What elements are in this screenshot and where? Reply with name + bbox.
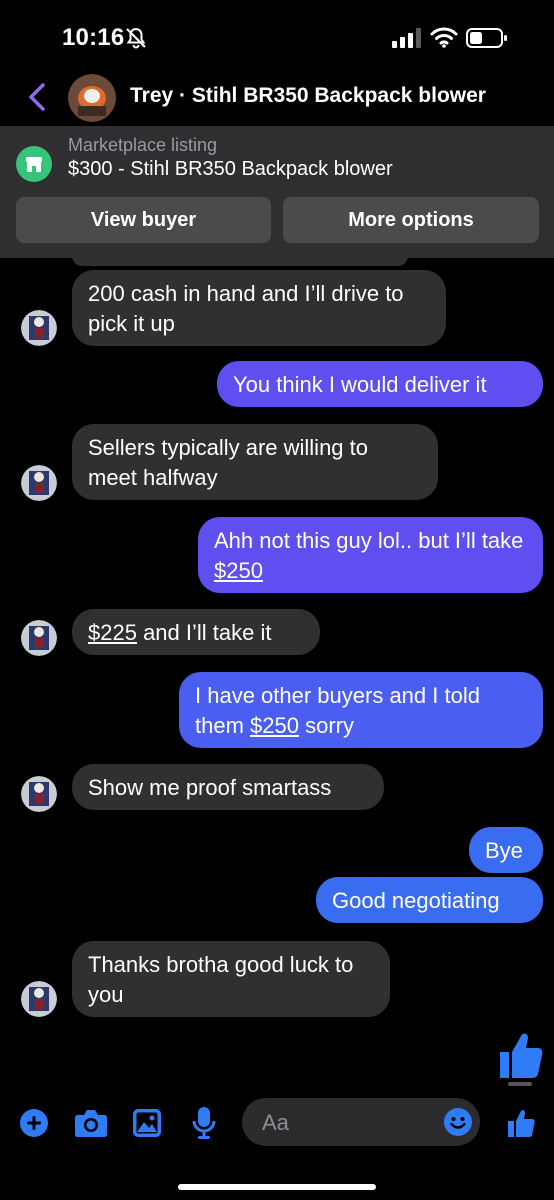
listing-title: $300 - Stihl BR350 Backpack blower <box>68 158 393 180</box>
plus-icon[interactable] <box>20 1109 48 1137</box>
conversation-title: Trey · Stihl BR350 Backpack blower <box>130 84 486 107</box>
battery-icon <box>466 28 507 48</box>
signal-icon <box>392 28 421 48</box>
view-buyer-button[interactable]: View buyer <box>16 197 271 243</box>
message-input-placeholder: Aa <box>262 1110 289 1135</box>
message-incoming[interactable]: $225 and I’ll take it <box>72 609 320 655</box>
message-outgoing[interactable]: I have other buyers and I told them $250… <box>179 672 543 748</box>
status-bar: 10:16 <box>0 0 554 70</box>
message-outgoing[interactable]: Ahh not this guy lol.. but I’ll take $25… <box>198 517 543 593</box>
sent-like-icon[interactable] <box>496 1030 544 1080</box>
message-outgoing[interactable]: Good negotiating <box>316 877 543 923</box>
read-receipt-dot <box>508 1082 532 1086</box>
message-incoming[interactable]: Show me proof smartass <box>72 764 384 810</box>
status-time: 10:16 <box>62 24 125 51</box>
more-options-button[interactable]: More options <box>283 197 539 243</box>
marketplace-listing-banner[interactable]: Marketplace listing $300 - Stihl BR350 B… <box>0 126 554 258</box>
conversation-header: Trey · Stihl BR350 Backpack blower <box>0 70 554 126</box>
message-incoming[interactable]: 200 cash in hand and I’ll drive to pick … <box>72 270 446 346</box>
home-indicator[interactable] <box>178 1184 376 1190</box>
sender-avatar[interactable] <box>21 465 57 501</box>
message-incoming[interactable]: Thanks brotha good luck to you <box>72 941 390 1017</box>
sender-avatar[interactable] <box>21 776 57 812</box>
price-link[interactable]: $225 <box>88 620 137 645</box>
message-input[interactable]: Aa <box>242 1098 480 1146</box>
message-outgoing[interactable]: You think I would deliver it <box>217 361 543 407</box>
chevron-left-icon[interactable] <box>26 82 48 112</box>
image-icon[interactable] <box>132 1108 162 1138</box>
clipped-message-bubble <box>72 256 408 266</box>
sender-avatar[interactable] <box>21 310 57 346</box>
listing-caption: Marketplace listing <box>68 135 218 155</box>
message-outgoing[interactable]: Bye <box>469 827 543 873</box>
store-icon <box>16 146 52 182</box>
contact-avatar[interactable] <box>68 74 116 122</box>
sender-avatar[interactable] <box>21 620 57 656</box>
camera-icon[interactable] <box>74 1108 108 1138</box>
sender-avatar[interactable] <box>21 981 57 1017</box>
message-incoming[interactable]: Sellers typically are willing to meet ha… <box>72 424 438 500</box>
price-link[interactable]: $250 <box>214 558 263 583</box>
message-composer: Aa <box>0 1090 554 1156</box>
emoji-icon[interactable] <box>444 1108 472 1136</box>
bell-slash-icon <box>126 27 146 49</box>
like-icon[interactable] <box>506 1108 536 1138</box>
wifi-icon <box>430 27 458 48</box>
microphone-icon[interactable] <box>192 1106 216 1140</box>
price-link[interactable]: $250 <box>250 713 299 738</box>
